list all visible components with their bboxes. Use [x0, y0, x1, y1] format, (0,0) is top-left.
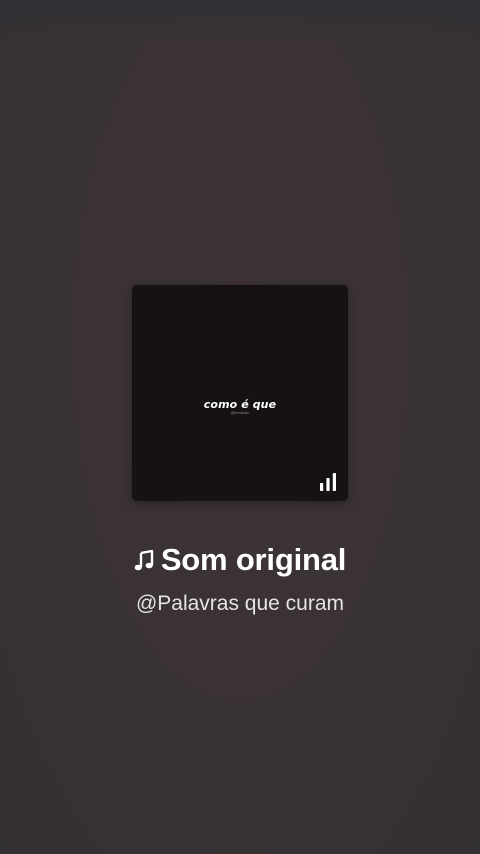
album-cover[interactable]: como é que @rredlvan	[132, 285, 348, 501]
sound-author-link[interactable]: @Palavras que curam	[0, 592, 480, 616]
audio-bars-icon	[320, 473, 336, 491]
sound-title-row: Som original	[0, 540, 480, 580]
music-note-icon	[134, 550, 154, 571]
sound-title: Som original	[160, 542, 347, 577]
cover-watermark: @rredlvan	[230, 410, 250, 415]
top-fade	[0, 0, 480, 40]
